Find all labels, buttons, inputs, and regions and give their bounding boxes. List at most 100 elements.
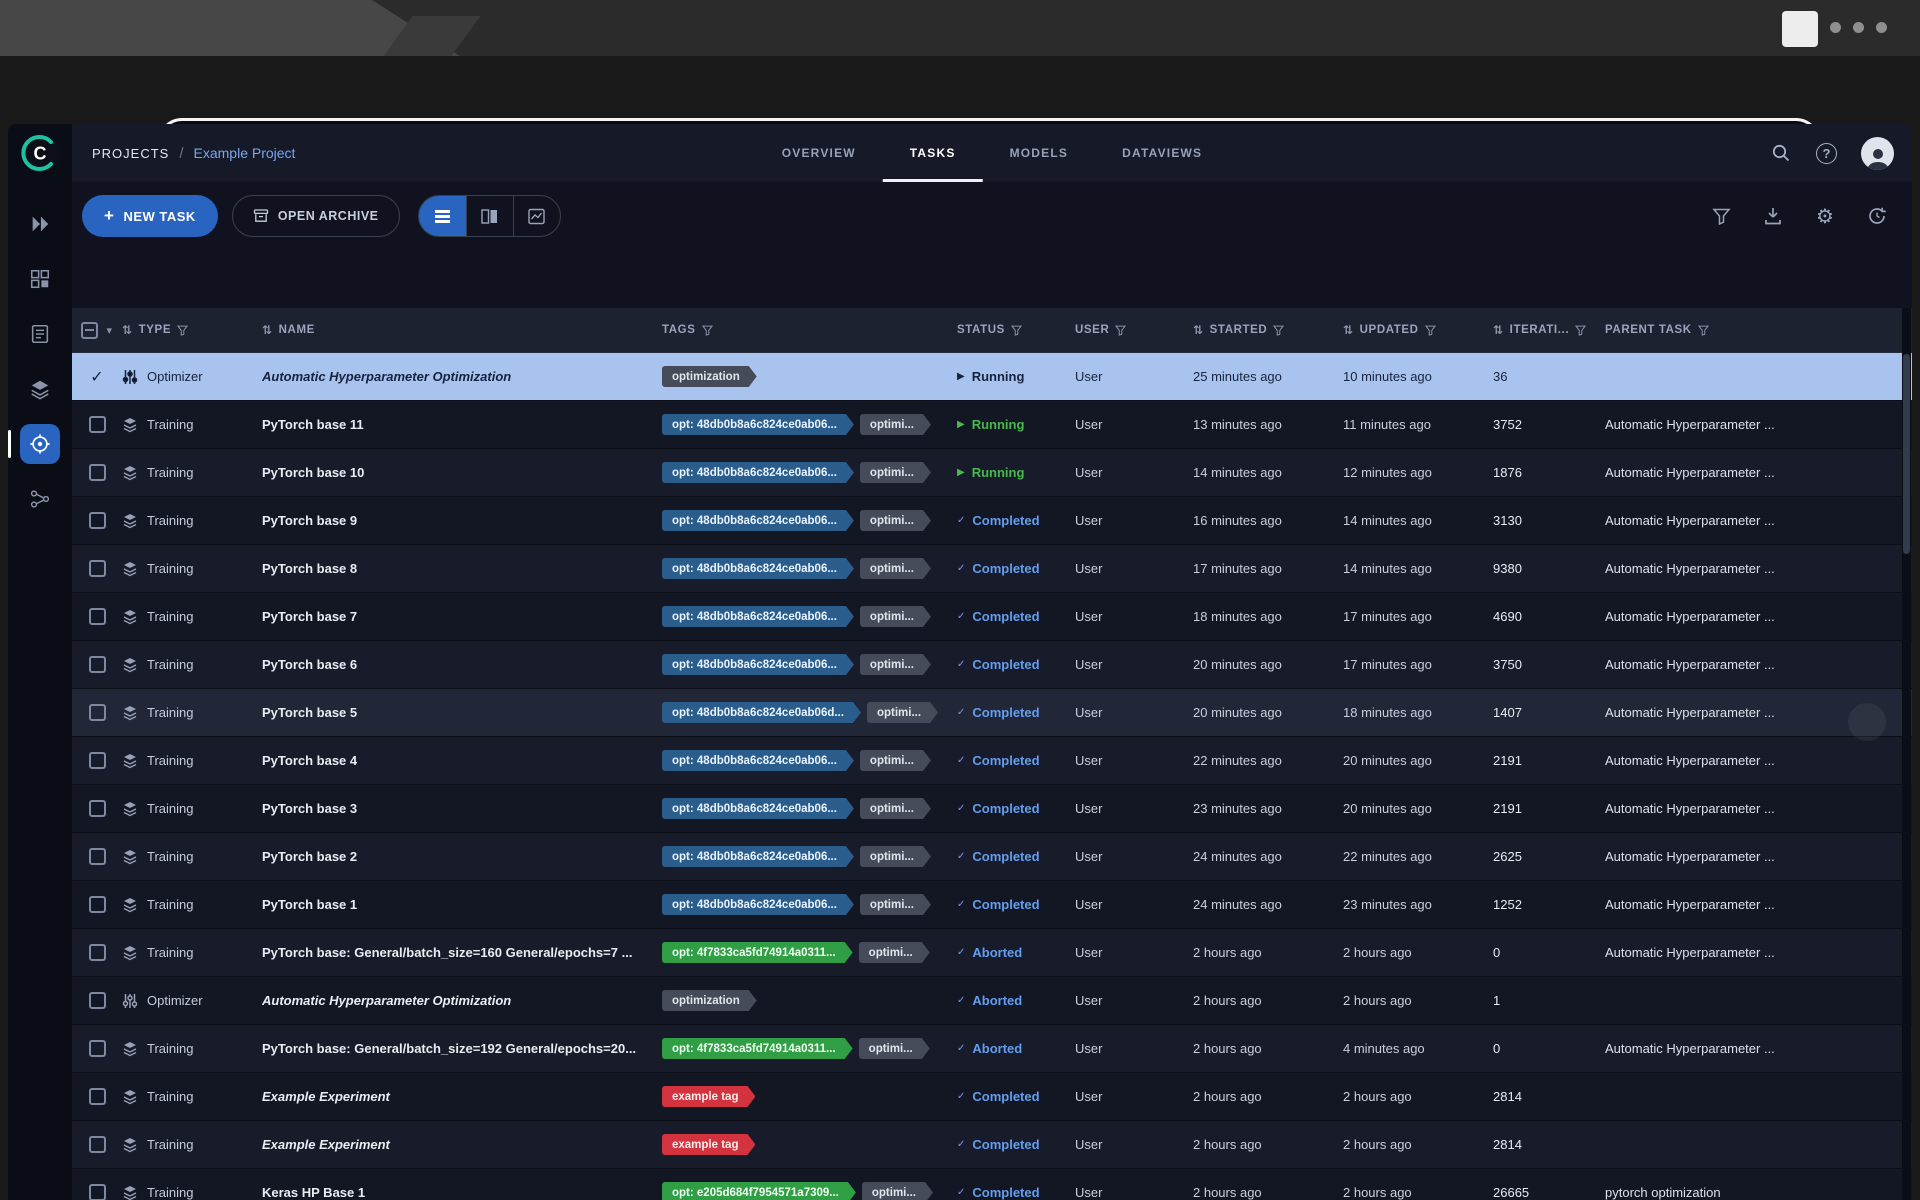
settings-gear-icon[interactable]: ⚙ [1814, 205, 1836, 227]
tag-pill-gray[interactable]: optimization [662, 366, 757, 387]
cell-task-name[interactable]: PyTorch base 3 [262, 801, 662, 816]
cell-task-name[interactable]: Example Experiment [262, 1089, 662, 1104]
cell-task-name[interactable]: PyTorch base 4 [262, 753, 662, 768]
task-row[interactable]: Training PyTorch base 10 opt: 48db0b8a6c… [72, 449, 1912, 497]
chevron-down-icon[interactable]: ▾ [106, 324, 112, 337]
cell-task-name[interactable]: PyTorch base: General/batch_size=192 Gen… [262, 1041, 662, 1056]
tag-pill-gray[interactable]: optimi... [860, 510, 931, 531]
cell-task-name[interactable]: PyTorch base 7 [262, 609, 662, 624]
row-checkbox[interactable] [89, 704, 106, 721]
cell-task-name[interactable]: PyTorch base 2 [262, 849, 662, 864]
cell-task-name[interactable]: PyTorch base 11 [262, 417, 662, 432]
window-restore-button[interactable] [1782, 11, 1818, 47]
tag-pill-blue[interactable]: opt: 48db0b8a6c824ce0ab06... [662, 606, 854, 627]
tag-pill-gray[interactable]: optimi... [860, 558, 931, 579]
tag-pill-gray[interactable]: optimi... [860, 606, 931, 627]
download-icon[interactable] [1762, 205, 1784, 227]
tag-pill-gray[interactable]: optimi... [860, 798, 931, 819]
tag-pill-blue[interactable]: opt: 48db0b8a6c824ce0ab06... [662, 798, 854, 819]
tag-pill-gray[interactable]: optimi... [862, 1182, 933, 1200]
chart-view-button[interactable] [513, 196, 560, 236]
tag-pill-gray[interactable]: optimization [662, 990, 757, 1011]
cell-task-name[interactable]: Automatic Hyperparameter Optimization [262, 993, 662, 1008]
column-header-updated[interactable]: ⇅UPDATED [1343, 323, 1493, 337]
task-row[interactable]: Training PyTorch base 8 opt: 48db0b8a6c8… [72, 545, 1912, 593]
cell-select[interactable] [72, 752, 122, 769]
row-checkbox[interactable] [89, 1184, 106, 1200]
cell-task-name[interactable]: PyTorch base 10 [262, 465, 662, 480]
tag-pill-blue[interactable]: opt: 48db0b8a6c824ce0ab06... [662, 846, 854, 867]
tag-pill-red[interactable]: example tag [662, 1086, 755, 1107]
cell-select[interactable] [72, 464, 122, 481]
cell-task-name[interactable]: Example Experiment [262, 1137, 662, 1152]
cell-select[interactable] [72, 1088, 122, 1105]
tag-pill-gray[interactable]: optimi... [859, 942, 930, 963]
cell-select[interactable] [72, 1184, 122, 1200]
cell-task-name[interactable]: PyTorch base 8 [262, 561, 662, 576]
tab-models[interactable]: MODELS [983, 124, 1096, 182]
tag-pill-gray[interactable]: optimi... [860, 846, 931, 867]
cell-task-name[interactable]: PyTorch base 5 [262, 705, 662, 720]
breadcrumb-current-project[interactable]: Example Project [194, 145, 296, 161]
tag-pill-gray[interactable]: optimi... [860, 894, 931, 915]
task-row[interactable]: Training PyTorch base 9 opt: 48db0b8a6c8… [72, 497, 1912, 545]
column-header-iteration[interactable]: ⇅ITERATI... [1493, 323, 1605, 337]
cell-select[interactable] [72, 656, 122, 673]
tag-pill-gray[interactable]: optimi... [860, 654, 931, 675]
cell-select[interactable] [72, 608, 122, 625]
cell-task-name[interactable]: Keras HP Base 1 [262, 1185, 662, 1200]
sidebar-item-reports[interactable] [20, 314, 60, 354]
breadcrumb-projects[interactable]: PROJECTS [92, 146, 169, 161]
cell-select[interactable] [72, 512, 122, 529]
row-checkbox[interactable] [89, 896, 106, 913]
tag-pill-gray[interactable]: optimi... [860, 750, 931, 771]
cell-select[interactable] [72, 1136, 122, 1153]
task-row[interactable]: Training PyTorch base 5 opt: 48db0b8a6c8… [72, 689, 1912, 737]
tag-pill-gray[interactable]: optimi... [859, 1038, 930, 1059]
row-checkbox[interactable] [89, 1136, 106, 1153]
column-header-parent[interactable]: PARENT TASK [1605, 324, 1912, 336]
row-checkbox[interactable] [89, 560, 106, 577]
user-avatar[interactable] [1861, 137, 1894, 170]
task-row[interactable]: Training PyTorch base 6 opt: 48db0b8a6c8… [72, 641, 1912, 689]
tag-pill-red[interactable]: example tag [662, 1134, 755, 1155]
row-checkbox[interactable] [89, 1088, 106, 1105]
tag-pill-blue[interactable]: opt: 48db0b8a6c824ce0ab06... [662, 750, 854, 771]
row-checkbox-checked[interactable]: ✓ [90, 367, 103, 387]
row-checkbox[interactable] [89, 608, 106, 625]
tag-pill-blue[interactable]: opt: 48db0b8a6c824ce0ab06d... [662, 702, 861, 723]
task-row[interactable]: ✓ Optimizer Automatic Hyperparameter Opt… [72, 353, 1912, 401]
sidebar-item-workers-queues[interactable] [20, 479, 60, 519]
cell-select[interactable] [72, 800, 122, 817]
sidebar-item-pipelines[interactable] [20, 369, 60, 409]
cell-select[interactable] [72, 896, 122, 913]
cell-task-name[interactable]: PyTorch base 1 [262, 897, 662, 912]
task-row[interactable]: Training Example Experiment example tag … [72, 1073, 1912, 1121]
task-row[interactable]: Optimizer Automatic Hyperparameter Optim… [72, 977, 1912, 1025]
row-checkbox[interactable] [89, 416, 106, 433]
tag-pill-blue[interactable]: opt: 48db0b8a6c824ce0ab06... [662, 510, 854, 531]
cell-select[interactable] [72, 704, 122, 721]
vertical-scrollbar[interactable] [1902, 308, 1911, 1200]
select-all-checkbox[interactable] [81, 322, 98, 339]
select-all-header[interactable]: ▾ [72, 322, 122, 339]
task-row[interactable]: Training PyTorch base 2 opt: 48db0b8a6c8… [72, 833, 1912, 881]
tag-pill-blue[interactable]: opt: 48db0b8a6c824ce0ab06... [662, 894, 854, 915]
cell-select[interactable] [72, 560, 122, 577]
cell-task-name[interactable]: PyTorch base: General/batch_size=160 Gen… [262, 945, 662, 960]
task-row[interactable]: Training PyTorch base 1 opt: 48db0b8a6c8… [72, 881, 1912, 929]
table-view-button[interactable] [419, 196, 466, 236]
tag-pill-blue[interactable]: opt: 48db0b8a6c824ce0ab06... [662, 654, 854, 675]
tag-pill-green[interactable]: opt: 4f7833ca5fd74914a0311... [662, 942, 853, 963]
column-header-type[interactable]: ⇅TYPE [122, 323, 262, 337]
task-row[interactable]: Training PyTorch base 4 opt: 48db0b8a6c8… [72, 737, 1912, 785]
tab-overview[interactable]: OVERVIEW [755, 124, 883, 182]
task-row[interactable]: Training PyTorch base 7 opt: 48db0b8a6c8… [72, 593, 1912, 641]
sidebar-item-automation[interactable] [20, 424, 60, 464]
cell-select[interactable]: ✓ [72, 367, 122, 387]
tab-dataviews[interactable]: DATAVIEWS [1095, 124, 1229, 182]
sidebar-item-projects[interactable] [20, 204, 60, 244]
row-checkbox[interactable] [89, 752, 106, 769]
open-archive-button[interactable]: OPEN ARCHIVE [232, 195, 400, 237]
clearml-logo[interactable]: C [18, 131, 62, 180]
